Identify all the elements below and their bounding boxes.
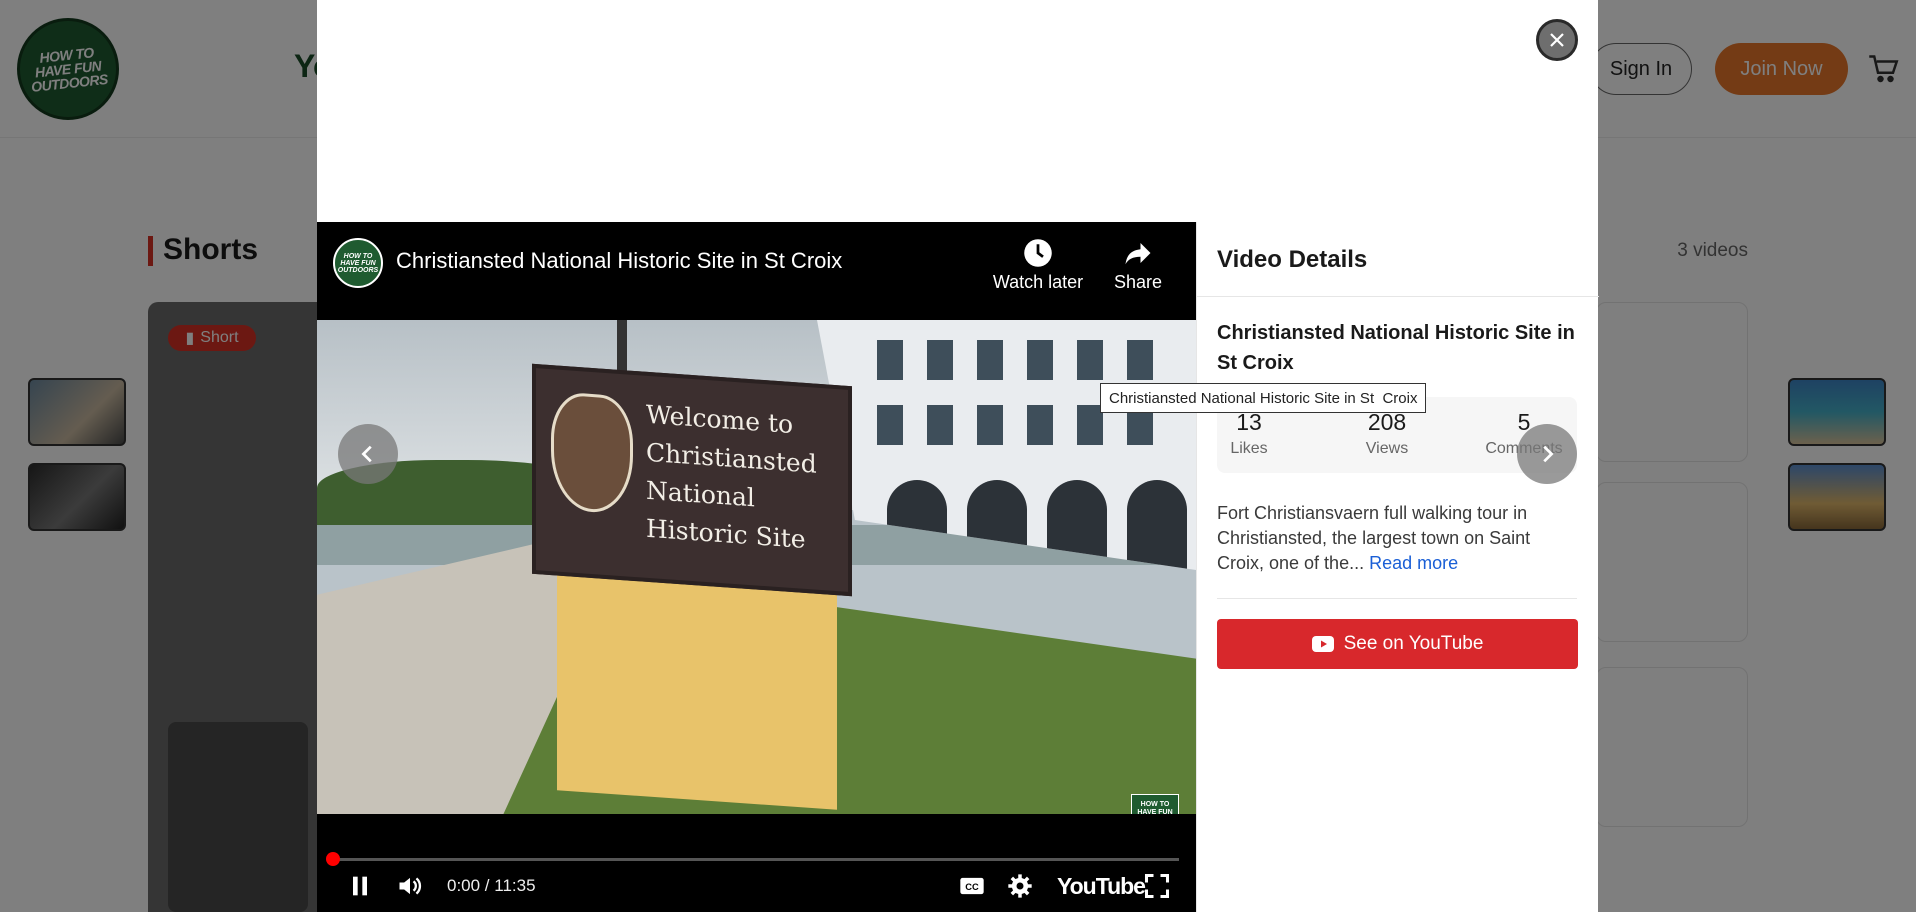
- previous-video-button[interactable]: [338, 424, 398, 484]
- chevron-left-icon: [361, 445, 372, 463]
- chevron-right-icon: [1543, 445, 1554, 463]
- sign-line-3: National Historic Site: [646, 475, 806, 554]
- title-tooltip: Christiansted National Historic Site in …: [1100, 383, 1427, 413]
- video-player[interactable]: HOW TO HAVE FUN OUTDOORS Christiansted N…: [317, 222, 1196, 912]
- video-title[interactable]: Christiansted National Historic Site in …: [396, 248, 842, 274]
- clock-icon: [1024, 239, 1052, 267]
- views-label: Views: [1365, 440, 1409, 457]
- channel-watermark[interactable]: HOW TO HAVE FUN OUTDOORS SUBSCRIBE: [1131, 794, 1179, 814]
- details-video-title: Christiansted National Historic Site in …: [1217, 322, 1575, 374]
- watch-later-button[interactable]: Watch later: [983, 238, 1093, 293]
- likes-count: 13: [1236, 409, 1262, 435]
- video-frame: Welcome to Christiansted National Histor…: [317, 320, 1196, 814]
- time-display: 0:00 / 11:35: [447, 876, 536, 895]
- share-label: Share: [1113, 272, 1163, 292]
- close-button[interactable]: [1536, 19, 1578, 61]
- divider: [1197, 296, 1599, 297]
- channel-avatar[interactable]: HOW TO HAVE FUN OUTDOORS: [333, 238, 383, 288]
- next-video-button[interactable]: [1517, 424, 1577, 484]
- views-stat: 208 Views: [1347, 409, 1427, 458]
- captions-button[interactable]: CC: [955, 870, 989, 902]
- pause-icon: [353, 876, 367, 896]
- pause-button[interactable]: [345, 870, 375, 902]
- captions-icon: CC: [960, 877, 984, 895]
- youtube-icon: [1311, 636, 1334, 652]
- watch-later-label: Watch later: [992, 272, 1084, 292]
- youtube-logo[interactable]: YouTube: [1057, 873, 1146, 900]
- channel-avatar-text: HOW TO HAVE FUN OUTDOORS: [337, 252, 379, 274]
- fullscreen-button[interactable]: [1141, 870, 1173, 902]
- park-sign: Welcome to Christiansted National Histor…: [532, 363, 852, 597]
- progress-bar[interactable]: [333, 858, 1179, 861]
- share-button[interactable]: Share: [1083, 238, 1193, 293]
- video-description: Fort Christiansvaern full walking tour i…: [1217, 501, 1577, 576]
- details-heading: Video Details: [1217, 246, 1368, 273]
- nps-arrowhead-emblem: [551, 391, 633, 515]
- progress-scrubber[interactable]: [326, 852, 340, 866]
- close-icon: [1550, 33, 1564, 47]
- share-icon: [1125, 243, 1151, 265]
- views-count: 208: [1367, 409, 1407, 435]
- read-more-link[interactable]: Read more: [1369, 553, 1458, 573]
- divider: [1217, 598, 1577, 599]
- settings-button[interactable]: [1003, 870, 1037, 902]
- volume-button[interactable]: [393, 870, 427, 902]
- gear-icon: [1008, 874, 1032, 898]
- video-details-panel: Video Details Christiansted National His…: [1196, 222, 1599, 912]
- svg-text:CC: CC: [965, 882, 979, 892]
- likes-label: Likes: [1230, 440, 1268, 457]
- volume-icon: [399, 877, 422, 895]
- likes-stat: 13 Likes: [1223, 409, 1275, 458]
- see-on-youtube-label: See on YouTube: [1343, 633, 1484, 654]
- fullscreen-icon: [1144, 873, 1170, 899]
- player-top-bar: HOW TO HAVE FUN OUTDOORS Christiansted N…: [317, 222, 1196, 320]
- see-on-youtube-button[interactable]: See on YouTube: [1217, 619, 1578, 669]
